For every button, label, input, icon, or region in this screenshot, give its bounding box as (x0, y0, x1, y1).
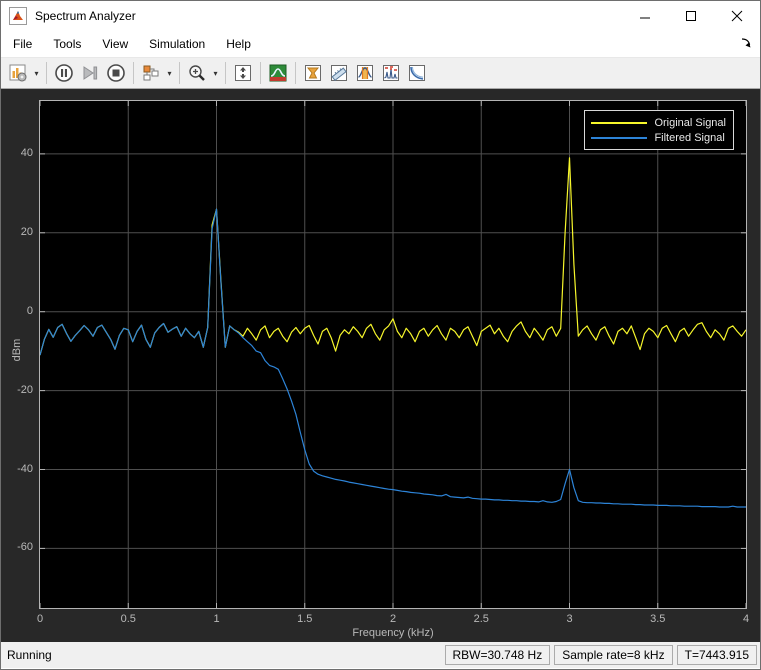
y-tick-label: 20 (1, 226, 36, 238)
menu-help[interactable]: Help (217, 33, 260, 55)
span-button[interactable] (230, 60, 256, 86)
channel-measurements-icon (355, 63, 375, 83)
stop-button[interactable] (103, 60, 129, 86)
zoom-in-icon (187, 63, 207, 83)
pause-button[interactable] (51, 60, 77, 86)
spectrum-analyzer-window: Spectrum Analyzer File Tools View Simula… (0, 0, 761, 670)
menu-file[interactable]: File (4, 33, 41, 55)
x-tick-label: 4 (724, 613, 761, 625)
y-tick-label: -60 (1, 541, 36, 553)
legend[interactable]: Original Signal Filtered Signal (584, 110, 734, 150)
y-tick-label: -20 (1, 384, 36, 396)
distortion-measurements-button[interactable] (378, 60, 404, 86)
status-state: Running (4, 648, 441, 662)
close-button[interactable] (714, 1, 760, 31)
spectral-mask-button[interactable] (300, 60, 326, 86)
y-axis-title: dBm (11, 330, 23, 370)
x-axis-title: Frequency (kHz) (40, 627, 746, 639)
span-icon (233, 63, 253, 83)
toolbar-separator (46, 62, 47, 84)
playback-settings-button[interactable] (138, 60, 164, 86)
toolbar: ▾ (1, 58, 760, 89)
spectrogram-icon (268, 63, 288, 83)
x-tick-label: 0.5 (106, 613, 150, 625)
menu-tools[interactable]: Tools (44, 33, 90, 55)
spectrum-settings-button[interactable] (5, 60, 31, 86)
window-title: Spectrum Analyzer (35, 9, 136, 23)
x-tick-label: 0 (18, 613, 62, 625)
toolbar-separator (133, 62, 134, 84)
status-rbw: RBW=30.748 Hz (445, 645, 551, 665)
toolbar-separator (260, 62, 261, 84)
menu-simulation[interactable]: Simulation (140, 33, 214, 55)
y-tick-label: 40 (1, 147, 36, 159)
spectrum-settings-icon (8, 63, 28, 83)
legend-label-original: Original Signal (654, 117, 726, 129)
ccdf-icon (407, 63, 427, 83)
status-sample-rate: Sample rate=8 kHz (554, 645, 672, 665)
spectrum-settings-dropdown[interactable]: ▾ (31, 60, 42, 86)
y-tick-label: -40 (1, 463, 36, 475)
x-tick-label: 1 (195, 613, 239, 625)
status-time: T=7443.915 (677, 645, 757, 665)
spectrum-plot[interactable] (40, 101, 746, 608)
x-tick-label: 3 (548, 613, 592, 625)
x-tick-label: 2.5 (459, 613, 503, 625)
toolbar-separator (179, 62, 180, 84)
channel-measurements-button[interactable] (352, 60, 378, 86)
y-tick-label: 0 (1, 305, 36, 317)
status-bar: Running RBW=30.748 Hz Sample rate=8 kHz … (1, 642, 760, 668)
legend-label-filtered: Filtered Signal (654, 132, 724, 144)
x-tick-label: 3.5 (636, 613, 680, 625)
spectral-mask-icon (303, 63, 323, 83)
title-bar: Spectrum Analyzer (1, 1, 760, 31)
ccdf-measurements-button[interactable] (404, 60, 430, 86)
step-forward-icon (80, 63, 100, 83)
app-logo-icon (9, 7, 27, 25)
legend-entry-original: Original Signal (591, 115, 726, 130)
spectrogram-button[interactable] (265, 60, 291, 86)
x-tick-label: 2 (371, 613, 415, 625)
maximize-button[interactable] (668, 1, 714, 31)
menu-view[interactable]: View (93, 33, 137, 55)
pause-icon (54, 63, 74, 83)
zoom-in-button[interactable] (184, 60, 210, 86)
legend-line-original (591, 122, 647, 124)
dock-button[interactable] (738, 35, 754, 51)
axes: Original Signal Filtered Signal (39, 100, 747, 609)
menu-bar: File Tools View Simulation Help (1, 31, 760, 58)
legend-entry-filtered: Filtered Signal (591, 130, 726, 145)
dock-icon (740, 37, 752, 49)
toolbar-separator (225, 62, 226, 84)
minimize-button[interactable] (622, 1, 668, 31)
step-forward-button[interactable] (77, 60, 103, 86)
playback-settings-dropdown[interactable]: ▾ (164, 60, 175, 86)
plot-region: dBm 40 20 0 -20 -40 -60 0 0.5 1 1.5 2 2.5 3 3.5 4 Fre… (1, 89, 760, 642)
legend-line-filtered (591, 137, 647, 139)
cursor-measurements-button[interactable] (326, 60, 352, 86)
simulink-blocks-icon (141, 63, 161, 83)
ruler-icon (329, 63, 349, 83)
zoom-in-dropdown[interactable]: ▾ (210, 60, 221, 86)
distortion-measurements-icon (381, 63, 401, 83)
x-tick-label: 1.5 (283, 613, 327, 625)
toolbar-separator (295, 62, 296, 84)
stop-icon (106, 63, 126, 83)
